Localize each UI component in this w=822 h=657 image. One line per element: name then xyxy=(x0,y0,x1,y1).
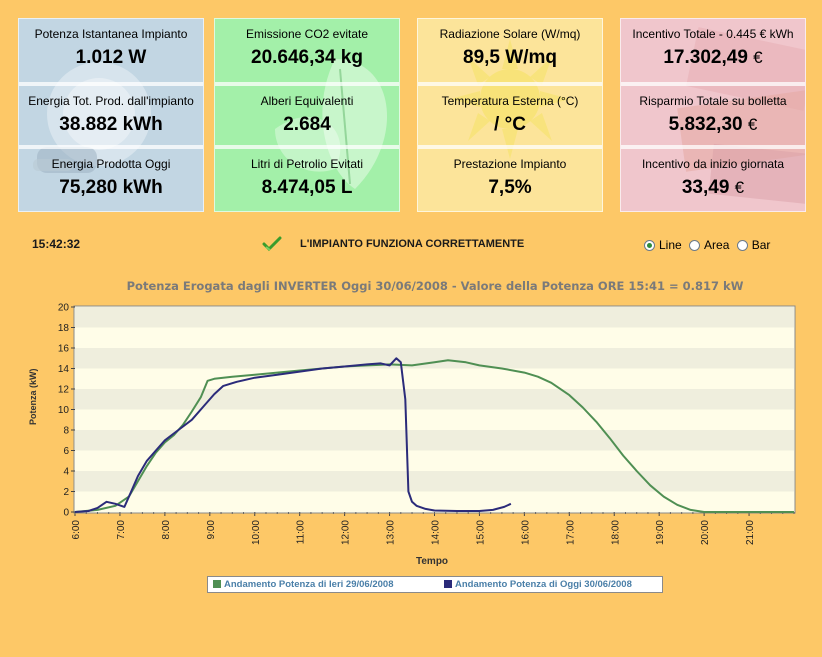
performance-cell: Prestazione Impianto 7,5% xyxy=(418,149,602,211)
legend-item-yesterday: Andamento Potenza di Ieri 29/06/2008 xyxy=(213,579,393,590)
performance-value: 7,5% xyxy=(488,177,532,198)
grid-band xyxy=(75,307,794,328)
y-tick-label: 20 xyxy=(58,303,70,314)
x-tick-label: 12:00 xyxy=(341,520,352,545)
weather-panel: Radiazione Solare (W/mq) 89,5 W/mq Tempe… xyxy=(417,18,603,212)
total-incentive-value: 17.302,49 € xyxy=(663,47,763,68)
chart-type-line-radio[interactable]: Line xyxy=(644,238,682,252)
x-tick-label: 15:00 xyxy=(475,520,486,545)
y-tick-label: 0 xyxy=(63,508,69,519)
y-tick-label: 12 xyxy=(58,385,70,396)
x-tick-label: 10:00 xyxy=(251,520,262,545)
instant-power-cell: Potenza Istantanea Impianto 1.012 W xyxy=(19,19,203,81)
y-tick-label: 16 xyxy=(58,344,70,355)
environment-panel: Emissione CO2 evitate 20.646,34 kg Alber… xyxy=(214,18,400,212)
radiation-cell: Radiazione Solare (W/mq) 89,5 W/mq xyxy=(418,19,602,81)
y-tick-label: 2 xyxy=(63,487,69,498)
radiation-value: 89,5 W/mq xyxy=(463,47,557,68)
legend-swatch xyxy=(213,580,221,588)
total-energy-label: Energia Tot. Prod. dall'impianto xyxy=(28,94,194,108)
bill-savings-value: 5.832,30 € xyxy=(668,114,758,135)
total-incentive-cell: Incentivo Totale - 0.445 € kWh 17.302,49… xyxy=(621,19,805,81)
x-tick-label: 7:00 xyxy=(116,520,127,540)
x-tick-label: 9:00 xyxy=(206,520,217,540)
x-tick-label: 17:00 xyxy=(565,520,576,545)
x-tick-label: 18:00 xyxy=(610,520,621,545)
radio-circle[interactable] xyxy=(736,240,748,251)
oil-label: Litri di Petrolio Evitati xyxy=(250,157,364,171)
current-time: 15:42:32 xyxy=(32,237,81,251)
daily-incentive-value: 33,49 € xyxy=(681,177,745,198)
radio-circle[interactable] xyxy=(644,240,655,251)
legend-swatch xyxy=(444,580,452,588)
chart-legend: Andamento Potenza di Ieri 29/06/2008 And… xyxy=(207,576,663,593)
oil-cell: Litri di Petrolio Evitati 8.474,05 L xyxy=(215,149,399,211)
y-tick-label: 8 xyxy=(63,426,69,437)
grid-band xyxy=(75,471,794,492)
total-energy-value: 38.882 kWh xyxy=(59,114,163,135)
oil-value: 8.474,05 L xyxy=(261,177,353,198)
y-axis-label: Potenza (kW) xyxy=(28,368,38,425)
instant-power-label: Potenza Istantanea Impianto xyxy=(34,27,188,41)
plant-power-panel: Potenza Istantanea Impianto 1.012 W Ener… xyxy=(18,18,204,212)
co2-value: 20.646,34 kg xyxy=(251,47,363,68)
daily-incentive-cell: Incentivo da inizio giornata 33,49 € xyxy=(621,149,805,211)
today-energy-value: 75,280 kWh xyxy=(59,177,163,198)
chart-type-bar-radio[interactable]: Bar xyxy=(736,238,770,252)
y-tick-label: 4 xyxy=(63,467,69,478)
y-tick-label: 14 xyxy=(58,364,70,375)
x-tick-label: 21:00 xyxy=(745,520,756,545)
trees-label: Alberi Equivalenti xyxy=(260,94,354,108)
daily-incentive-label: Incentivo da inizio giornata xyxy=(641,157,785,171)
co2-label: Emissione CO2 evitate xyxy=(245,27,369,41)
bill-savings-label: Risparmio Totale su bolletta xyxy=(639,94,787,108)
grid-band xyxy=(75,430,794,451)
grid-band xyxy=(75,389,794,410)
incentive-panel: Incentivo Totale - 0.445 € kWh 17.302,49… xyxy=(620,18,806,212)
radio-circle[interactable] xyxy=(689,240,701,251)
trees-cell: Alberi Equivalenti 2.684 xyxy=(215,86,399,148)
total-energy-cell: Energia Tot. Prod. dall'impianto 38.882 … xyxy=(19,86,203,148)
y-tick-label: 10 xyxy=(58,405,70,416)
x-tick-label: 11:00 xyxy=(296,520,307,545)
chart-type-area-radio[interactable]: Area xyxy=(689,238,729,252)
radiation-label: Radiazione Solare (W/mq) xyxy=(439,27,581,41)
x-tick-label: 20:00 xyxy=(700,520,711,545)
y-tick-label: 6 xyxy=(63,446,69,457)
instant-power-value: 1.012 W xyxy=(75,47,147,68)
temperature-value: / °C xyxy=(494,114,526,135)
legend-item-today: Andamento Potenza di Oggi 30/06/2008 xyxy=(444,579,632,590)
chart-title: Potenza Erogata dagli INVERTER Oggi 30/0… xyxy=(126,279,744,293)
bill-savings-cell: Risparmio Totale su bolletta 5.832,30 € xyxy=(621,86,805,148)
today-energy-cell: Energia Prodotta Oggi 75,280 kWh xyxy=(19,149,203,211)
y-tick-label: 18 xyxy=(58,323,70,334)
x-axis-label: Tempo xyxy=(416,556,449,567)
total-incentive-label: Incentivo Totale - 0.445 € kWh xyxy=(632,27,794,41)
x-tick-label: 8:00 xyxy=(161,520,172,540)
x-tick-label: 14:00 xyxy=(431,520,442,545)
temperature-label: Temperatura Esterna (°C) xyxy=(441,94,579,108)
x-tick-label: 19:00 xyxy=(655,520,666,545)
trees-value: 2.684 xyxy=(283,114,331,135)
checkmark-icon xyxy=(262,236,282,252)
chart-type-selector: Line Area Bar xyxy=(644,238,774,252)
today-energy-label: Energia Prodotta Oggi xyxy=(51,157,171,171)
performance-label: Prestazione Impianto xyxy=(453,157,567,171)
status-message: L'IMPIANTO FUNZIONA CORRETTAMENTE xyxy=(300,238,525,250)
x-tick-label: 16:00 xyxy=(520,520,531,545)
x-tick-label: 13:00 xyxy=(386,520,397,545)
temperature-cell: Temperatura Esterna (°C) / °C xyxy=(418,86,602,148)
grid-band xyxy=(75,348,794,369)
power-line-chart: 0 2 4 6 8 10 12 14 16 18 20 6:00 7:00 8:00 9:00 10:00 11… xyxy=(58,303,796,545)
x-tick-label: 6:00 xyxy=(71,520,82,540)
co2-cell: Emissione CO2 evitate 20.646,34 kg xyxy=(215,19,399,81)
